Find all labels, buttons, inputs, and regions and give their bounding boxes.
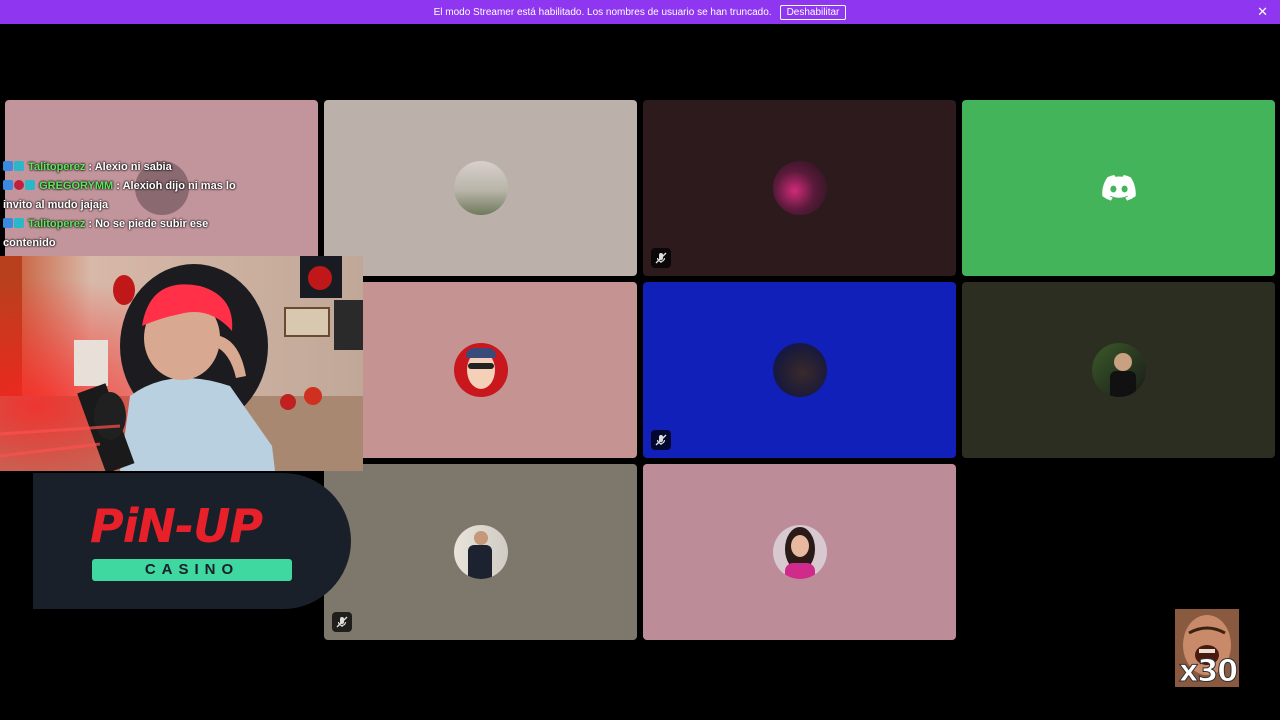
chat-message: Talitoperez : Alexio ni sabia <box>3 158 263 177</box>
emote-count: x30 <box>1178 654 1238 690</box>
participant-tile[interactable] <box>324 282 637 458</box>
participant-avatar <box>1091 343 1146 397</box>
chat-text: : Alexioh dijo ni mas lo invito al mudo … <box>3 180 236 211</box>
chat-text: : Alexio ni sabia <box>85 161 172 173</box>
discord-icon <box>1101 175 1136 201</box>
participant-avatar <box>453 525 508 579</box>
chat-message: Talitoperez : No se piede subir ese cont… <box>3 215 263 253</box>
streamer-mode-banner: El modo Streamer está habilitado. Los no… <box>0 0 1280 24</box>
sponsor-title: PiN-UP <box>90 499 263 553</box>
chat-message: GREGORYMM : Alexioh dijo ni mas lo invit… <box>3 177 263 215</box>
badge-icon <box>3 180 13 190</box>
participant-tile[interactable] <box>962 100 1275 276</box>
badge-icon <box>14 180 24 190</box>
participant-tile[interactable] <box>324 464 637 640</box>
badge-icon <box>3 161 13 171</box>
badge-icon <box>14 218 24 228</box>
chat-username: Talitoperez <box>28 161 86 173</box>
participant-avatar <box>453 161 508 215</box>
participant-avatar <box>453 343 508 397</box>
close-icon[interactable]: ✕ <box>1257 4 1268 20</box>
participant-tile[interactable] <box>324 100 637 276</box>
banner-message: El modo Streamer está habilitado. Los no… <box>433 6 772 18</box>
chat-username: GREGORYMM <box>39 180 114 192</box>
muted-icon <box>651 430 671 450</box>
sponsor-subtitle: CASINO <box>92 559 292 581</box>
badge-icon <box>14 161 24 171</box>
badge-icon <box>3 218 13 228</box>
sponsor-logo: PiN-UP CASINO <box>33 473 351 609</box>
participant-avatar <box>772 161 827 215</box>
chat-overlay: Talitoperez : Alexio ni sabia GREGORYMM … <box>3 158 263 253</box>
participant-avatar <box>772 343 827 397</box>
streamer-webcam <box>0 256 363 471</box>
muted-icon <box>651 248 671 268</box>
participant-tile[interactable] <box>643 464 956 640</box>
participant-tile[interactable] <box>962 282 1275 458</box>
muted-icon <box>332 612 352 632</box>
badge-icon <box>25 180 35 190</box>
disable-streamer-mode-button[interactable]: Deshabilitar <box>779 4 847 20</box>
discord-stream-view: El modo Streamer está habilitado. Los no… <box>0 0 1280 720</box>
participant-tile[interactable] <box>643 282 956 458</box>
participant-tile[interactable] <box>643 100 956 276</box>
participant-avatar <box>772 525 827 579</box>
chat-username: Talitoperez <box>28 218 86 230</box>
